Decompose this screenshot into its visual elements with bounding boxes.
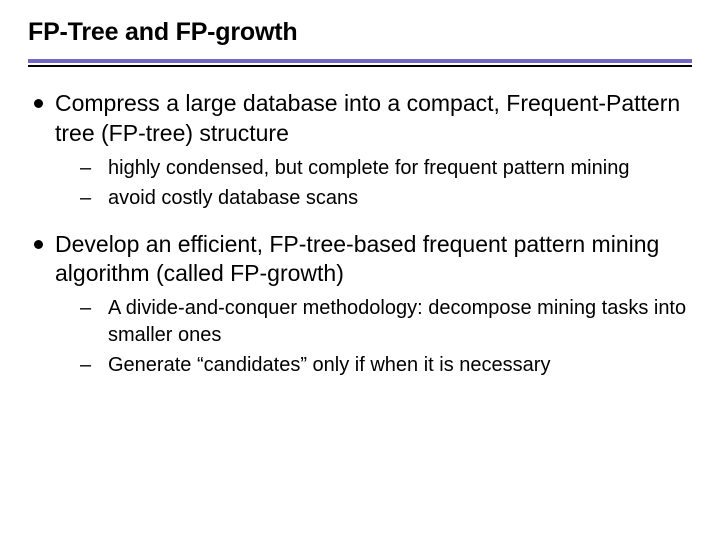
bullet-level2: – highly condensed, but complete for fre… [80,155,692,181]
bullet-level2: – A divide-and-conquer methodology: deco… [80,295,692,348]
bullet-level2: – Generate “candidates” only if when it … [80,352,692,378]
bullet-block: Develop an efficient, FP-tree-based freq… [34,230,692,379]
subbullet-text: avoid costly database scans [108,185,358,211]
bullet-dash-icon: – [80,295,94,321]
subbullet-text: A divide-and-conquer methodology: decomp… [108,295,692,348]
bullet-dash-icon: – [80,185,94,211]
bullet-dash-icon: – [80,352,94,378]
subbullet-text: Generate “candidates” only if when it is… [108,352,550,378]
title-rule [28,59,692,67]
bullet-block: Compress a large database into a compact… [34,89,692,212]
bullet-text: Compress a large database into a compact… [55,89,692,149]
bullet-dot-icon [34,99,43,108]
slide: FP-Tree and FP-growth Compress a large d… [0,0,720,540]
sublist: – A divide-and-conquer methodology: deco… [34,295,692,378]
content-area: Compress a large database into a compact… [28,89,692,379]
rule-black [28,65,692,67]
bullet-level2: – avoid costly database scans [80,185,692,211]
bullet-dash-icon: – [80,155,94,181]
bullet-level1: Develop an efficient, FP-tree-based freq… [34,230,692,290]
rule-purple [28,59,692,63]
bullet-dot-icon [34,240,43,249]
sublist: – highly condensed, but complete for fre… [34,155,692,212]
subbullet-text: highly condensed, but complete for frequ… [108,155,629,181]
slide-title: FP-Tree and FP-growth [28,18,692,47]
bullet-text: Develop an efficient, FP-tree-based freq… [55,230,692,290]
bullet-level1: Compress a large database into a compact… [34,89,692,149]
